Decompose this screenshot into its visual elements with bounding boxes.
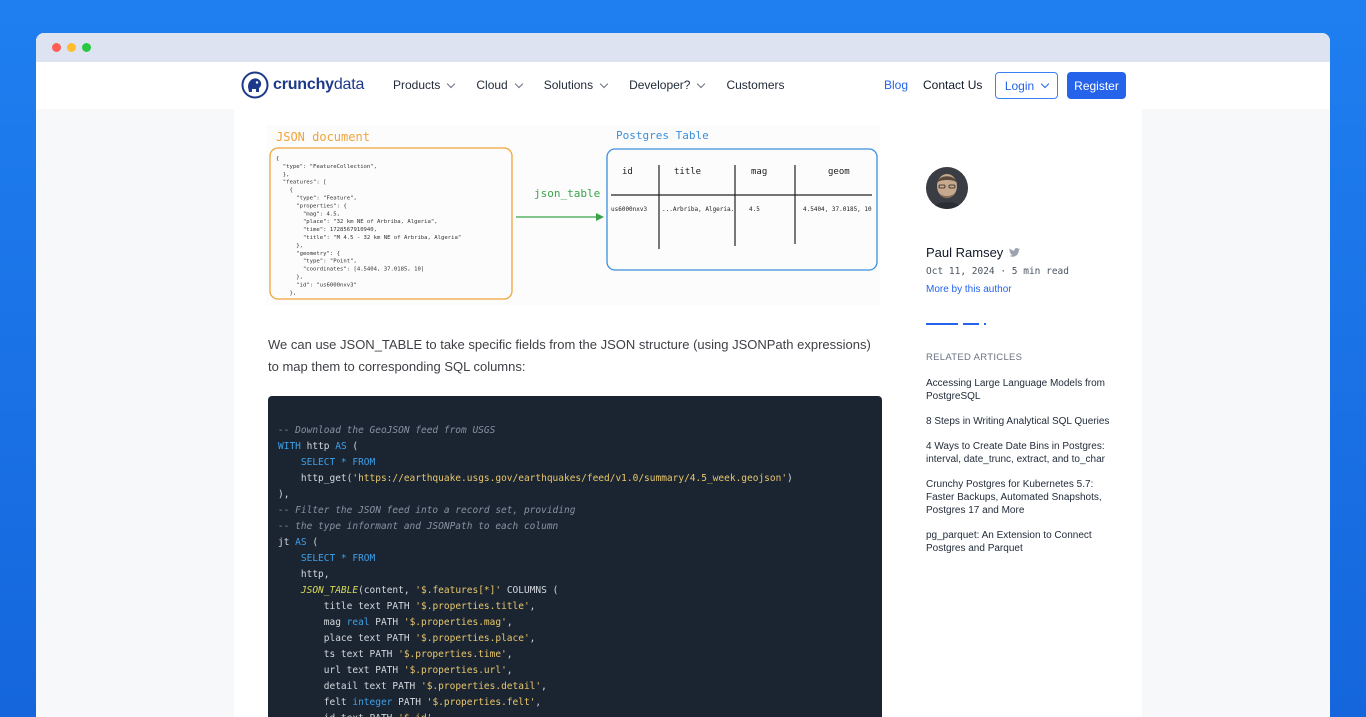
related-articles-list: Accessing Large Language Models from Pos… — [926, 377, 1116, 567]
related-article-link[interactable]: Crunchy Postgres for Kubernetes 5.7: Fas… — [926, 478, 1116, 517]
code-line: SELECT * FROM — [300, 553, 376, 564]
code-line: ), — [278, 489, 290, 500]
minimize-window-dot[interactable] — [67, 43, 76, 52]
json-table-diagram: JSON document { "type": "FeatureCollecti… — [266, 125, 880, 305]
json-line: "type": "FeatureCollection", — [276, 164, 377, 170]
json-line: }, — [276, 172, 289, 178]
json-line: { — [276, 188, 293, 194]
json-line: "mag": 4.5, — [276, 211, 340, 217]
postgres-table-title: Postgres Table — [616, 129, 709, 142]
nav-solutions[interactable]: Solutions — [544, 78, 609, 92]
code-line: detail text PATH '$.properties.detail', — [278, 681, 547, 692]
json-line: "id": "us6000nxv3" — [276, 282, 357, 288]
json-line: "time": 1728567910940, — [276, 227, 377, 233]
browser-window: crunchydata Products Cloud Solutions Dev… — [36, 33, 1330, 717]
nav-products[interactable]: Products — [393, 78, 456, 92]
json-document-title: JSON document — [276, 130, 370, 144]
json-line: }, — [276, 243, 303, 249]
register-button[interactable]: Register — [1067, 72, 1126, 99]
nav-customers[interactable]: Customers — [726, 78, 784, 92]
json-line: }, — [276, 275, 303, 281]
json-line: "place": "32 km NE of Arbriba, Algeria", — [276, 219, 438, 225]
logo-wordmark: crunchydata — [273, 76, 365, 93]
table-column-header: id — [622, 167, 633, 177]
article-meta: Oct 11, 2024 · 5 min read — [926, 266, 1069, 277]
json-line: "coordinates": [4.5404, 37.0185, 10] — [276, 267, 424, 273]
code-line: ts text PATH '$.properties.time', — [278, 649, 513, 660]
code-line: -- Download the GeoJSON feed from USGS — [278, 425, 496, 436]
related-article-link[interactable]: pg_parquet: An Extension to Connect Post… — [926, 529, 1116, 555]
json-line: "features": [ — [276, 180, 327, 186]
table-column-header: mag — [751, 167, 767, 177]
sql-code-block: -- Download the GeoJSON feed from USGS WI… — [268, 396, 882, 717]
json-line: { — [276, 156, 279, 162]
more-by-author-link[interactable]: More by this author — [926, 284, 1012, 295]
maximize-window-dot[interactable] — [82, 43, 91, 52]
chevron-down-icon — [447, 79, 456, 88]
json-line: "geometry": { — [276, 251, 340, 257]
author-portrait-icon — [926, 167, 968, 209]
related-article-link[interactable]: 8 Steps in Writing Analytical SQL Querie… — [926, 415, 1116, 428]
nav-blog[interactable]: Blog — [884, 78, 908, 92]
elephant-logo-icon — [241, 71, 269, 99]
code-line: SELECT * FROM — [300, 457, 376, 468]
author-avatar[interactable] — [926, 167, 968, 209]
json-line: "type": "Feature", — [276, 196, 357, 202]
close-window-dot[interactable] — [52, 43, 61, 52]
table-cell: ...Arbriba, Algeria. — [662, 206, 734, 213]
related-article-link[interactable]: 4 Ways to Create Date Bins in Postgres: … — [926, 440, 1116, 466]
sidebar-divider — [926, 323, 986, 325]
crunchy-data-logo[interactable]: crunchydata — [241, 71, 364, 99]
chevron-down-icon — [599, 79, 609, 88]
author-name[interactable]: Paul Ramsey — [926, 245, 1021, 260]
code-line: http, — [278, 569, 330, 580]
code-line: jt AS ( — [278, 537, 319, 548]
code-line: -- Filter the JSON feed into a record se… — [278, 505, 576, 516]
related-article-link[interactable]: Accessing Large Language Models from Pos… — [926, 377, 1116, 403]
article-content: JSON document { "type": "FeatureCollecti… — [234, 109, 1142, 717]
code-line: http_get('https://earthquake.usgs.gov/ea… — [278, 473, 793, 484]
code-line: place text PATH '$.properties.place', — [278, 633, 536, 644]
login-button[interactable]: Login — [995, 72, 1058, 99]
json-line: "properties": { — [276, 203, 347, 209]
chevron-down-icon — [1040, 79, 1050, 89]
json-line: }, — [276, 290, 296, 296]
code-line: id text PATH '$.id', — [278, 711, 872, 717]
nav-contact-us[interactable]: Contact Us — [923, 78, 982, 92]
arrow-label: json_table — [534, 187, 600, 200]
window-titlebar — [36, 33, 1330, 62]
code-line: -- the type informant and JSONPath to ea… — [278, 521, 559, 532]
code-line: url text PATH '$.properties.url', — [278, 665, 513, 676]
json-line: "type": "Point", — [276, 259, 357, 265]
table-column-header: title — [674, 167, 701, 177]
twitter-icon[interactable] — [1009, 248, 1021, 257]
main-nav: Products Cloud Solutions Developer? Cust… — [393, 78, 806, 92]
code-line: felt integer PATH '$.properties.felt', — [278, 697, 542, 708]
code-line: mag real PATH '$.properties.mag', — [278, 617, 513, 628]
table-column-header: geom — [828, 167, 850, 177]
nav-developer[interactable]: Developer? — [629, 78, 706, 92]
chevron-down-icon — [697, 79, 706, 88]
table-cell: 4.5 — [749, 206, 760, 213]
chevron-down-icon — [514, 79, 523, 88]
site-navbar: crunchydata Products Cloud Solutions Dev… — [36, 62, 1330, 109]
code-line: WITH http AS ( — [278, 441, 359, 452]
code-line: title text PATH '$.properties.title', — [278, 601, 536, 612]
json-line: "title": "M 4.5 - 32 km NE of Arbriba, A… — [276, 235, 461, 241]
table-cell: us6000nxv3 — [611, 206, 648, 213]
article-paragraph: We can use JSON_TABLE to take specific f… — [268, 337, 871, 374]
code-line: JSON_TABLE(content, '$.features[*]' COLU… — [300, 585, 559, 596]
table-cell: 4.5404, 37.0185, 10 — [803, 206, 872, 213]
nav-cloud[interactable]: Cloud — [476, 78, 523, 92]
related-articles-title: RELATED ARTICLES — [926, 352, 1023, 363]
